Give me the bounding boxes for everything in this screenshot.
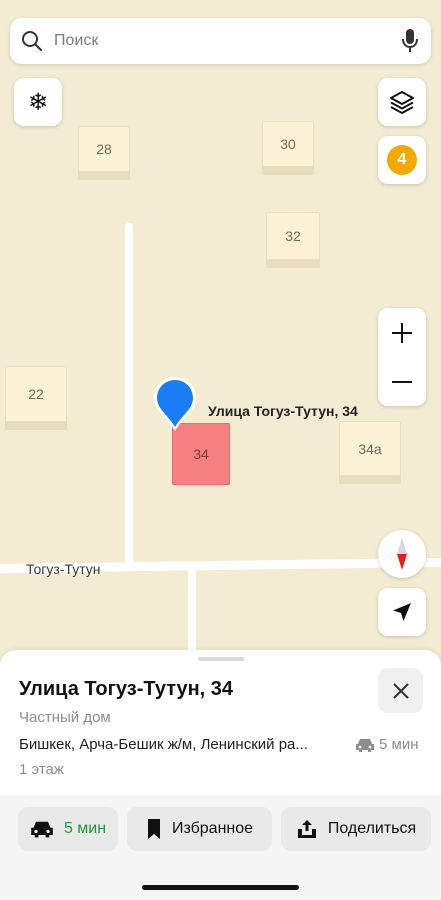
compass-button[interactable]: [378, 530, 426, 578]
place-title: Улица Тогуз-Тутун, 34: [19, 678, 234, 700]
bookmark-icon: [147, 819, 160, 839]
favorite-label: Избранное: [171, 820, 254, 837]
plus-icon: [392, 322, 412, 343]
street-label: Тогуз-Тутун: [26, 561, 101, 577]
navigation-arrow-icon: [393, 603, 411, 621]
snowflake-icon: ❄: [27, 88, 49, 116]
compass-icon: [397, 538, 407, 570]
car-icon: [31, 821, 53, 838]
pin-label: Улица Тогуз-Тутун, 34: [208, 403, 358, 419]
road-vertical-left: [125, 223, 133, 568]
zoom-in-button[interactable]: [378, 308, 426, 357]
traffic-badge: 4: [387, 145, 417, 175]
favorite-button[interactable]: Избранное: [127, 807, 272, 851]
place-floors: 1 этаж: [19, 761, 64, 778]
building-32[interactable]: 32: [266, 212, 320, 260]
building-28[interactable]: 28: [78, 126, 130, 172]
layers-button[interactable]: [378, 78, 426, 126]
search-icon: [22, 31, 43, 52]
place-type: Частный дом: [19, 709, 111, 726]
search-bar[interactable]: Поиск: [10, 18, 431, 64]
close-button[interactable]: [378, 668, 423, 713]
layers-icon: [390, 91, 414, 114]
my-location-button[interactable]: [378, 588, 426, 636]
zoom-out-button[interactable]: [378, 357, 426, 406]
search-input[interactable]: Поиск: [54, 32, 401, 50]
sheet-grabber[interactable]: [198, 657, 244, 661]
drive-time: 5 мин: [355, 736, 419, 753]
route-button[interactable]: 5 мин: [18, 807, 118, 851]
share-icon: [297, 820, 316, 838]
building-30[interactable]: 30: [262, 121, 314, 167]
close-icon: [392, 682, 409, 699]
zoom-controls: [378, 308, 426, 406]
traffic-level-button[interactable]: 4: [378, 136, 426, 184]
route-time-label: 5 мин: [63, 820, 107, 837]
share-label: Поделиться: [327, 820, 417, 837]
drive-time-label: 5 мин: [379, 736, 419, 753]
place-card: Улица Тогуз-Тутун, 34 Частный дом Бишкек…: [0, 650, 441, 900]
weather-button[interactable]: ❄: [14, 78, 62, 126]
building-22[interactable]: 22: [5, 366, 67, 422]
place-address: Бишкек, Арча-Бешик ж/м, Ленинский ра...: [19, 736, 308, 753]
road-vertical-lower: [188, 570, 196, 660]
microphone-icon[interactable]: [401, 28, 419, 54]
home-indicator[interactable]: [142, 885, 299, 890]
location-pin-icon[interactable]: [152, 375, 198, 433]
minus-icon: [392, 380, 412, 383]
share-button[interactable]: Поделиться: [281, 807, 431, 851]
building-34a[interactable]: 34a: [339, 421, 401, 476]
car-icon: [356, 738, 374, 752]
